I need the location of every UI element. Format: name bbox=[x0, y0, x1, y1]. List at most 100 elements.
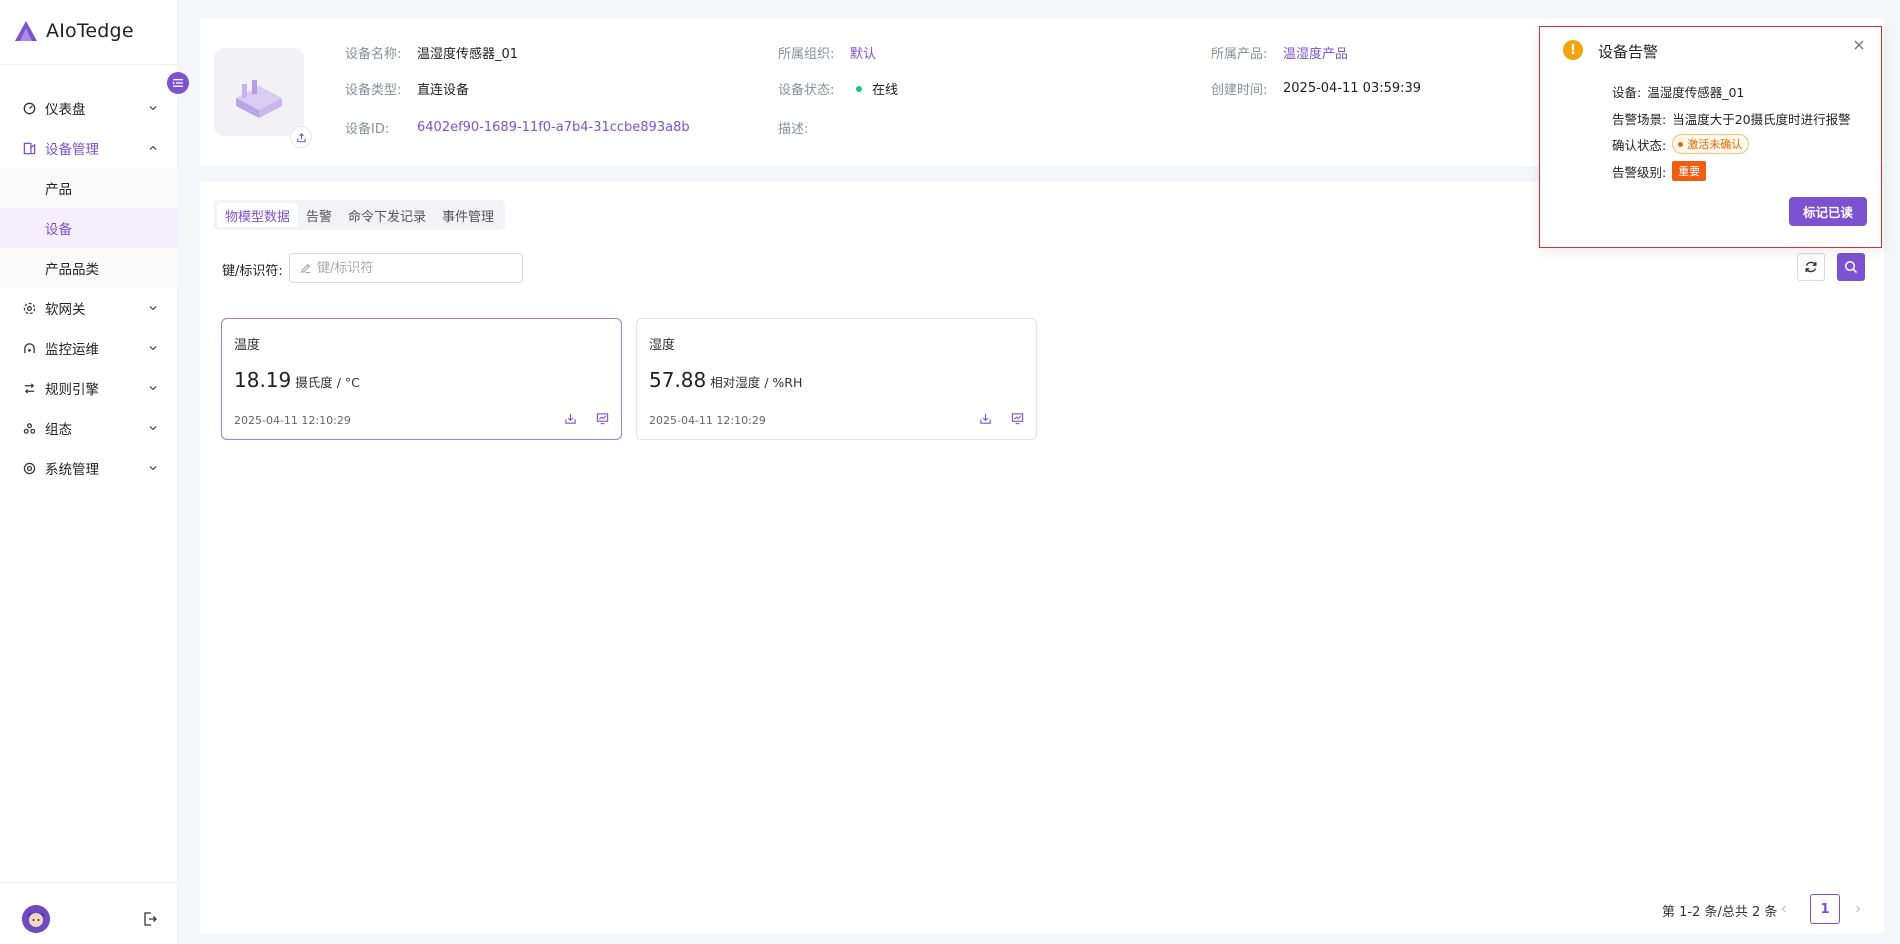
pagination-info: 第 1-2 条/总共 2 条 bbox=[1662, 905, 1778, 920]
chart-icon bbox=[1011, 412, 1023, 424]
sidebar-item-soft-gateway[interactable]: 软网关 bbox=[0, 288, 178, 328]
key-search-input[interactable] bbox=[317, 260, 507, 276]
property-timestamp: 2025-04-11 12:10:29 bbox=[649, 414, 766, 427]
app-logo[interactable]: AIoTedge bbox=[14, 18, 134, 44]
device-image bbox=[214, 48, 304, 136]
key-search-field[interactable] bbox=[289, 253, 523, 283]
alarm-level-label: 告警级别: bbox=[1612, 164, 1667, 180]
upload-image-button[interactable] bbox=[290, 126, 312, 148]
rule-engine-icon bbox=[22, 381, 36, 395]
page-number-button[interactable]: 1 bbox=[1810, 894, 1840, 924]
divider bbox=[0, 64, 178, 65]
close-icon bbox=[1854, 40, 1864, 50]
property-unit: 相对湿度 / %RH bbox=[710, 375, 803, 390]
dashboard-icon bbox=[22, 101, 36, 115]
property-number: 18.19 bbox=[234, 368, 292, 392]
chevron-left-icon bbox=[1781, 905, 1786, 913]
alarm-confirm-row: 确认状态: 激活未确认 bbox=[1612, 134, 1750, 154]
device-id-label: 设备ID: bbox=[345, 122, 390, 137]
sidebar-subitem-device[interactable]: 设备 bbox=[0, 208, 178, 248]
notification-title: 设备告警 bbox=[1598, 43, 1659, 61]
alarm-level-row: 告警级别: 重要 bbox=[1612, 161, 1707, 181]
close-notification-button[interactable] bbox=[1851, 37, 1867, 53]
device-product-row: 所属产品: 温湿度产品 bbox=[1211, 43, 1348, 62]
mark-as-read-button[interactable]: 标记已读 bbox=[1789, 197, 1867, 226]
logo-icon bbox=[15, 21, 37, 41]
device-management-submenu: 产品 设备 产品品类 bbox=[0, 168, 178, 288]
chevron-down-icon bbox=[148, 423, 158, 433]
property-number: 57.88 bbox=[649, 368, 707, 392]
tab-thing-model-data[interactable]: 物模型数据 bbox=[217, 203, 299, 227]
property-card-humidity[interactable]: 湿度 57.88 相对湿度 / %RH 2025-04-11 12:10:29 bbox=[636, 318, 1037, 440]
app-name: AIoTedge bbox=[46, 20, 134, 42]
property-value: 18.19 摄氏度 / °C bbox=[234, 368, 360, 392]
prev-page-button[interactable] bbox=[1776, 901, 1792, 917]
sidebar-item-configuration[interactable]: 组态 bbox=[0, 408, 178, 448]
device-tabs: 物模型数据 告警 命令下发记录 事件管理 bbox=[214, 200, 506, 230]
device-type-row: 设备类型: 直连设备 bbox=[345, 79, 469, 98]
property-timestamp: 2025-04-11 12:10:29 bbox=[234, 414, 351, 427]
sidebar-item-monitoring[interactable]: 监控运维 bbox=[0, 328, 178, 368]
chevron-up-icon bbox=[148, 143, 158, 153]
download-button[interactable] bbox=[977, 410, 993, 426]
chart-history-button[interactable] bbox=[1009, 410, 1025, 426]
alarm-level-badge: 重要 bbox=[1672, 161, 1707, 181]
chevron-right-icon bbox=[1856, 905, 1861, 913]
sidebar-item-system-management[interactable]: 系统管理 bbox=[0, 448, 178, 488]
chevron-down-icon bbox=[148, 383, 158, 393]
device-created-value: 2025-04-11 03:59:39 bbox=[1283, 81, 1422, 96]
device-type-label: 设备类型: bbox=[345, 83, 402, 98]
device-alarm-notification: ! 设备告警 设备: 温湿度传感器_01 告警场景: 当温度大于20摄氏度时进行… bbox=[1539, 26, 1882, 248]
tab-alarms[interactable]: 告警 bbox=[298, 203, 340, 227]
alarm-scene-value: 当温度大于20摄氏度时进行报警 bbox=[1672, 112, 1851, 127]
sidebar-item-rule-engine[interactable]: 规则引擎 bbox=[0, 368, 178, 408]
next-page-button[interactable] bbox=[1850, 901, 1866, 917]
alarm-device-value: 温湿度传感器_01 bbox=[1647, 85, 1745, 100]
chart-icon bbox=[596, 412, 608, 424]
device-product-link[interactable]: 温湿度产品 bbox=[1283, 43, 1348, 62]
alarm-confirm-label: 确认状态: bbox=[1612, 137, 1667, 153]
sidebar-item-label: 软网关 bbox=[45, 302, 86, 318]
sidebar-item-dashboard[interactable]: 仪表盘 bbox=[0, 88, 178, 128]
chart-history-button[interactable] bbox=[594, 410, 610, 426]
chevron-down-icon bbox=[148, 303, 158, 313]
device-id-value[interactable]: 6402ef90-1689-11f0-a7b4-31ccbe893a8b bbox=[417, 120, 690, 135]
property-unit: 摄氏度 / °C bbox=[295, 375, 360, 390]
device-org-link[interactable]: 默认 bbox=[850, 43, 876, 62]
edit-icon bbox=[301, 263, 311, 273]
refresh-button[interactable] bbox=[1797, 253, 1825, 281]
sidebar-nav: 仪表盘 设备管理 产品 设备 产品品类 软网关 监控运维 规则引擎 组态 系统管… bbox=[0, 88, 178, 488]
confirm-status-badge: 激活未确认 bbox=[1672, 134, 1750, 154]
download-button[interactable] bbox=[562, 410, 578, 426]
property-card-temperature[interactable]: 温度 18.19 摄氏度 / °C 2025-04-11 12:10:29 bbox=[221, 318, 622, 440]
property-value: 57.88 相对湿度 / %RH bbox=[649, 368, 802, 392]
property-name: 温度 bbox=[234, 338, 261, 353]
search-button[interactable] bbox=[1837, 253, 1865, 281]
status-dot bbox=[1678, 141, 1684, 147]
download-icon bbox=[564, 413, 576, 424]
logout-icon bbox=[144, 912, 157, 926]
alarm-scene-label: 告警场景: bbox=[1612, 112, 1667, 127]
logout-button[interactable] bbox=[142, 911, 158, 927]
device-type-value: 直连设备 bbox=[417, 83, 470, 98]
sidebar-item-device-management[interactable]: 设备管理 bbox=[0, 128, 178, 168]
sidebar-subitem-product-category[interactable]: 产品品类 bbox=[0, 248, 178, 288]
chevron-down-icon bbox=[148, 343, 158, 353]
tab-event-management[interactable]: 事件管理 bbox=[434, 203, 502, 227]
collapse-sidebar-button[interactable] bbox=[167, 72, 189, 94]
tab-command-records[interactable]: 命令下发记录 bbox=[340, 203, 434, 227]
property-name: 湿度 bbox=[649, 338, 676, 353]
device-status-row: 设备状态: 在线 bbox=[778, 79, 898, 98]
monitor-icon bbox=[22, 341, 36, 355]
sidebar-item-label: 仪表盘 bbox=[45, 102, 86, 118]
upload-icon bbox=[296, 132, 306, 142]
device-name-label: 设备名称: bbox=[345, 47, 402, 62]
device-status-value: 在线 bbox=[872, 83, 899, 98]
device-desc-row: 描述: bbox=[778, 118, 850, 137]
sidebar-subitem-product[interactable]: 产品 bbox=[0, 168, 178, 208]
avatar[interactable] bbox=[22, 905, 50, 933]
sidebar-item-label: 监控运维 bbox=[45, 342, 99, 358]
sidebar: AIoTedge 仪表盘 设备管理 产品 设备 产品品类 软网关 监控运维 规则… bbox=[0, 0, 189, 944]
device-org-row: 所属组织: 默认 bbox=[778, 43, 876, 62]
device-org-label: 所属组织: bbox=[778, 47, 835, 62]
